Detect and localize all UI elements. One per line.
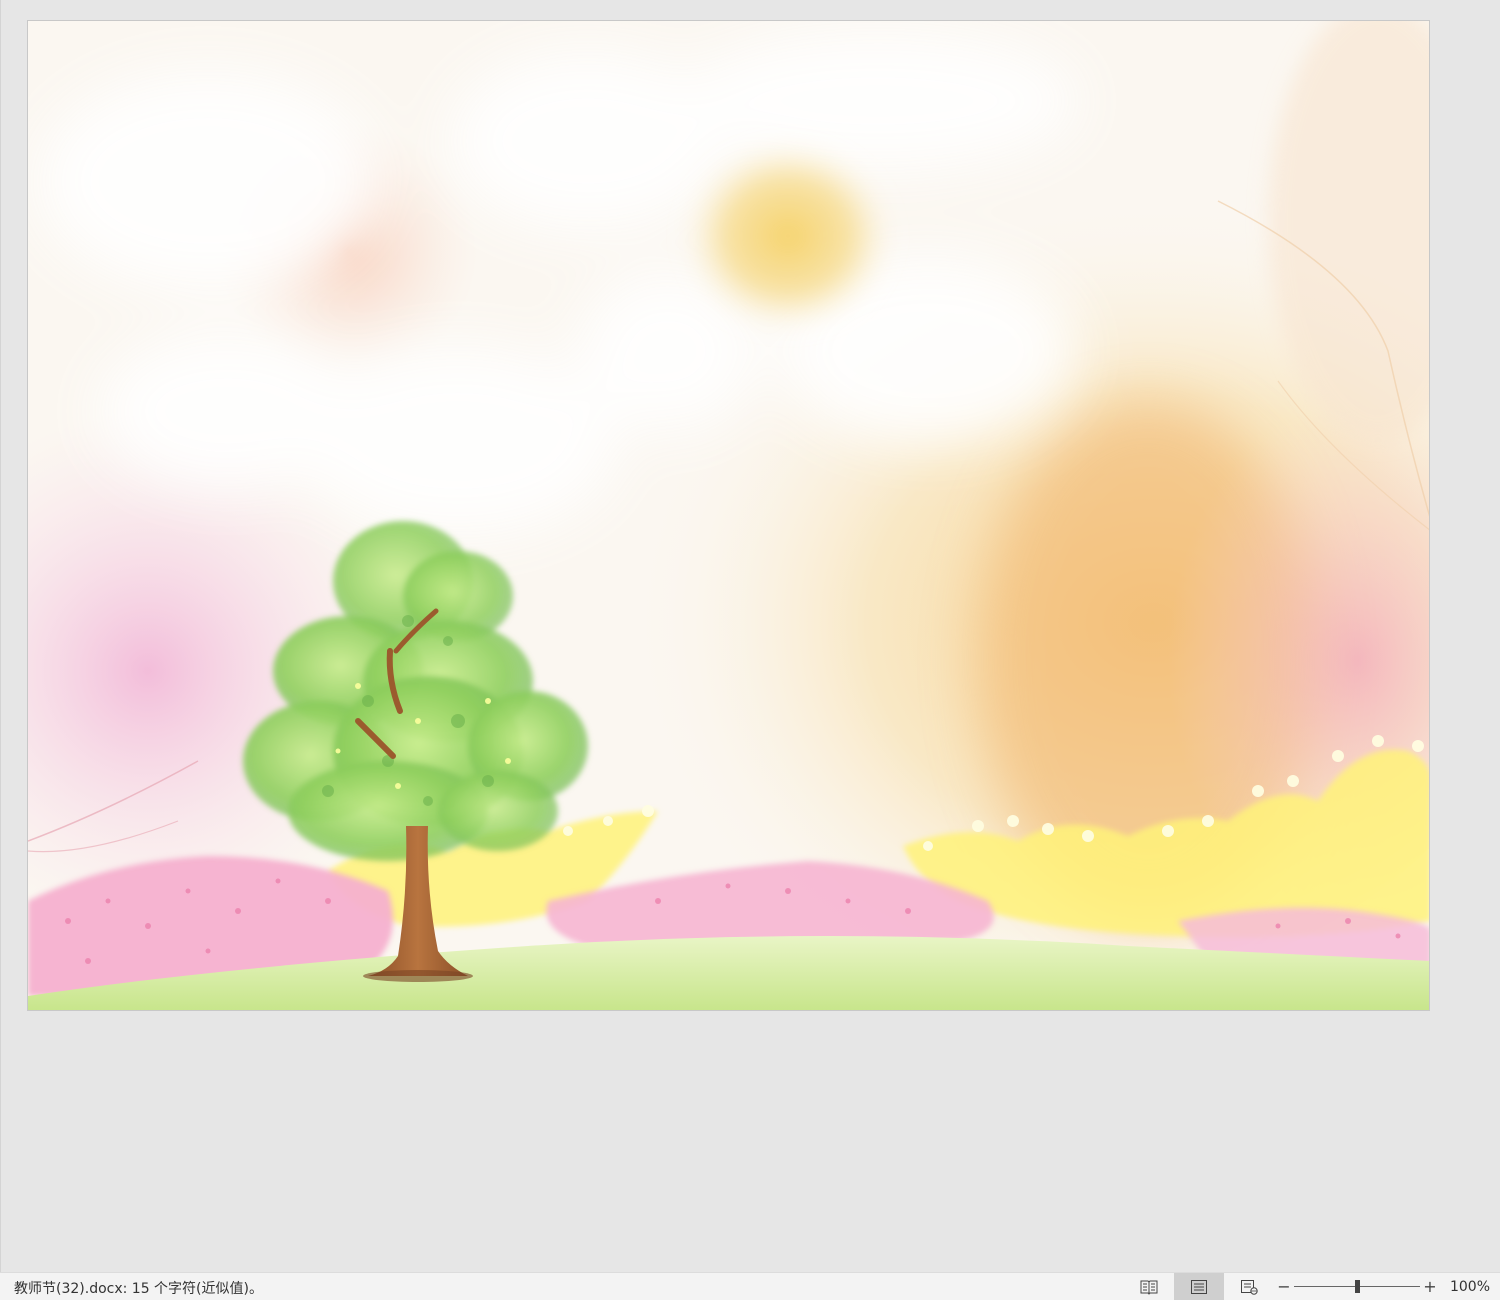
- document-page[interactable]: [27, 20, 1430, 1011]
- zoom-in-button[interactable]: +: [1420, 1273, 1440, 1300]
- read-mode-button[interactable]: [1124, 1273, 1174, 1300]
- zoom-level-label[interactable]: 100%: [1440, 1273, 1500, 1300]
- zoom-out-button[interactable]: −: [1274, 1273, 1294, 1300]
- document-info[interactable]: 教师节(32).docx: 15 个字符(近似值)。: [14, 1278, 263, 1298]
- background-illustration: [28, 21, 1429, 1010]
- zoom-thumb[interactable]: [1355, 1280, 1360, 1293]
- web-layout-button[interactable]: [1224, 1273, 1274, 1300]
- book-icon: [1140, 1280, 1158, 1295]
- print-layout-button[interactable]: [1174, 1273, 1224, 1300]
- page-lines-icon: [1191, 1279, 1207, 1294]
- status-right-controls: − + 100%: [1124, 1273, 1500, 1300]
- zoom-slider[interactable]: [1294, 1273, 1420, 1300]
- document-workspace[interactable]: [0, 0, 1500, 1272]
- status-bar: 教师节(32).docx: 15 个字符(近似值)。 − + 100%: [0, 1272, 1500, 1300]
- web-page-icon: [1241, 1279, 1258, 1295]
